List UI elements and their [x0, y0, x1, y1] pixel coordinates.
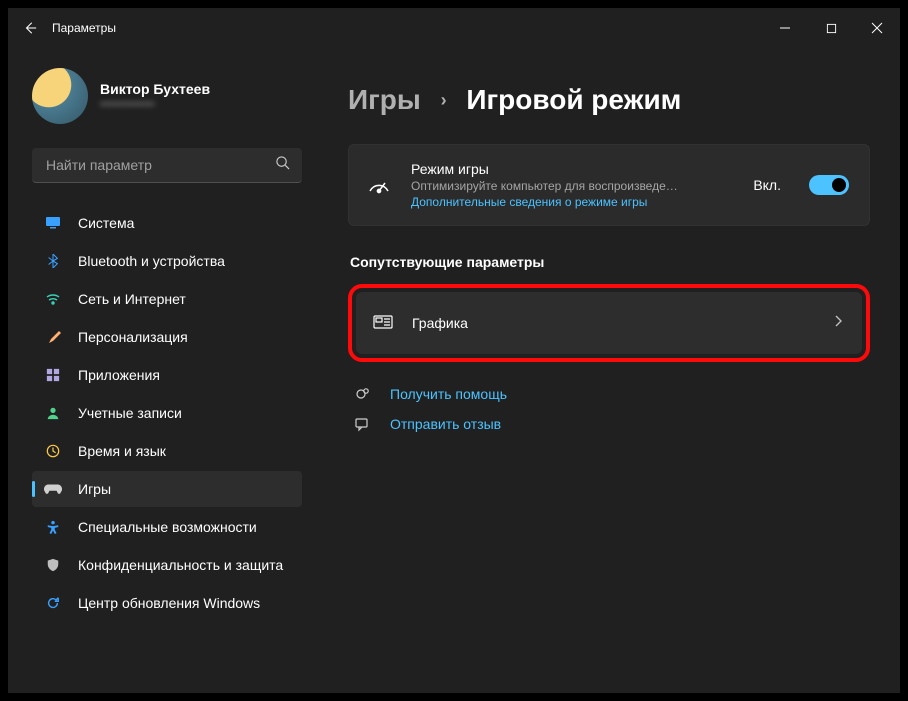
nav-label: Персонализация [78, 329, 188, 345]
game-mode-learn-more-link[interactable]: Дополнительные сведения о режиме игры [411, 195, 735, 209]
apps-icon [44, 366, 62, 384]
clock-icon [44, 442, 62, 460]
nav-time-language[interactable]: Время и язык [32, 433, 302, 469]
search-box[interactable] [32, 148, 302, 183]
monitor-icon [44, 214, 62, 232]
shield-icon [44, 556, 62, 574]
nav-label: Центр обновления Windows [78, 595, 260, 611]
nav-label: Приложения [78, 367, 160, 383]
app-title: Параметры [52, 21, 116, 35]
game-mode-subtitle: Оптимизируйте компьютер для воспроизведе… [411, 179, 735, 193]
bluetooth-icon [44, 252, 62, 270]
game-mode-title: Режим игры [411, 161, 735, 177]
title-bar: Параметры [8, 8, 900, 48]
nav-list: Система Bluetooth и устройства Сеть и Ин… [32, 205, 302, 621]
nav-network[interactable]: Сеть и Интернет [32, 281, 302, 317]
close-button[interactable] [854, 8, 900, 48]
user-profile[interactable]: Виктор Бухтеев ••••••••••••• [32, 68, 302, 124]
main-content: Игры › Игровой режим Режим игры Оптимизи… [318, 48, 900, 693]
sidebar: Виктор Бухтеев ••••••••••••• Систем [8, 48, 318, 693]
toggle-state-label: Вкл. [753, 177, 781, 193]
nav-label: Bluetooth и устройства [78, 253, 225, 269]
graphics-label: Графика [412, 315, 816, 331]
avatar [32, 68, 88, 124]
graphics-row[interactable]: Графика [356, 292, 862, 354]
breadcrumb-parent[interactable]: Игры [348, 84, 421, 115]
chevron-right-icon: › [429, 90, 459, 110]
chevron-right-icon [834, 314, 842, 332]
breadcrumb-current: Игровой режим [466, 84, 681, 115]
accessibility-icon [44, 518, 62, 536]
highlight-annotation: Графика [348, 284, 870, 362]
nav-label: Время и язык [78, 443, 166, 459]
nav-accounts[interactable]: Учетные записи [32, 395, 302, 431]
game-mode-card: Режим игры Оптимизируйте компьютер для в… [348, 144, 870, 226]
feedback-label: Отправить отзыв [390, 416, 501, 432]
nav-label: Игры [78, 481, 111, 497]
nav-update[interactable]: Центр обновления Windows [32, 585, 302, 621]
search-icon [275, 155, 290, 175]
display-card-icon [372, 312, 394, 334]
feedback-link[interactable]: Отправить отзыв [348, 416, 870, 432]
nav-label: Учетные записи [78, 405, 182, 421]
nav-label: Сеть и Интернет [78, 291, 186, 307]
nav-label: Конфиденциальность и защита [78, 557, 283, 573]
get-help-label: Получить помощь [390, 386, 507, 402]
maximize-button[interactable] [808, 8, 854, 48]
related-section-label: Сопутствующие параметры [350, 254, 870, 270]
nav-label: Система [78, 215, 134, 231]
update-icon [44, 594, 62, 612]
gamepad-icon [44, 480, 62, 498]
nav-games[interactable]: Игры [32, 471, 302, 507]
get-help-link[interactable]: Получить помощь [348, 386, 870, 402]
help-icon [352, 386, 372, 402]
person-icon [44, 404, 62, 422]
settings-window: Параметры Виктор Бухтеев ••••••••••••• [8, 8, 900, 693]
brush-icon [44, 328, 62, 346]
breadcrumb: Игры › Игровой режим [348, 84, 870, 116]
game-mode-toggle[interactable] [809, 175, 849, 195]
nav-system[interactable]: Система [32, 205, 302, 241]
feedback-icon [352, 416, 372, 432]
speedometer-icon [365, 171, 393, 199]
nav-privacy[interactable]: Конфиденциальность и защита [32, 547, 302, 583]
user-name: Виктор Бухтеев [100, 81, 210, 97]
minimize-button[interactable] [762, 8, 808, 48]
nav-personalization[interactable]: Персонализация [32, 319, 302, 355]
search-input[interactable] [44, 156, 275, 174]
nav-label: Специальные возможности [78, 519, 257, 535]
nav-apps[interactable]: Приложения [32, 357, 302, 393]
user-email: ••••••••••••• [100, 97, 210, 111]
back-button[interactable] [8, 8, 52, 48]
nav-bluetooth[interactable]: Bluetooth и устройства [32, 243, 302, 279]
nav-accessibility[interactable]: Специальные возможности [32, 509, 302, 545]
wifi-icon [44, 290, 62, 308]
